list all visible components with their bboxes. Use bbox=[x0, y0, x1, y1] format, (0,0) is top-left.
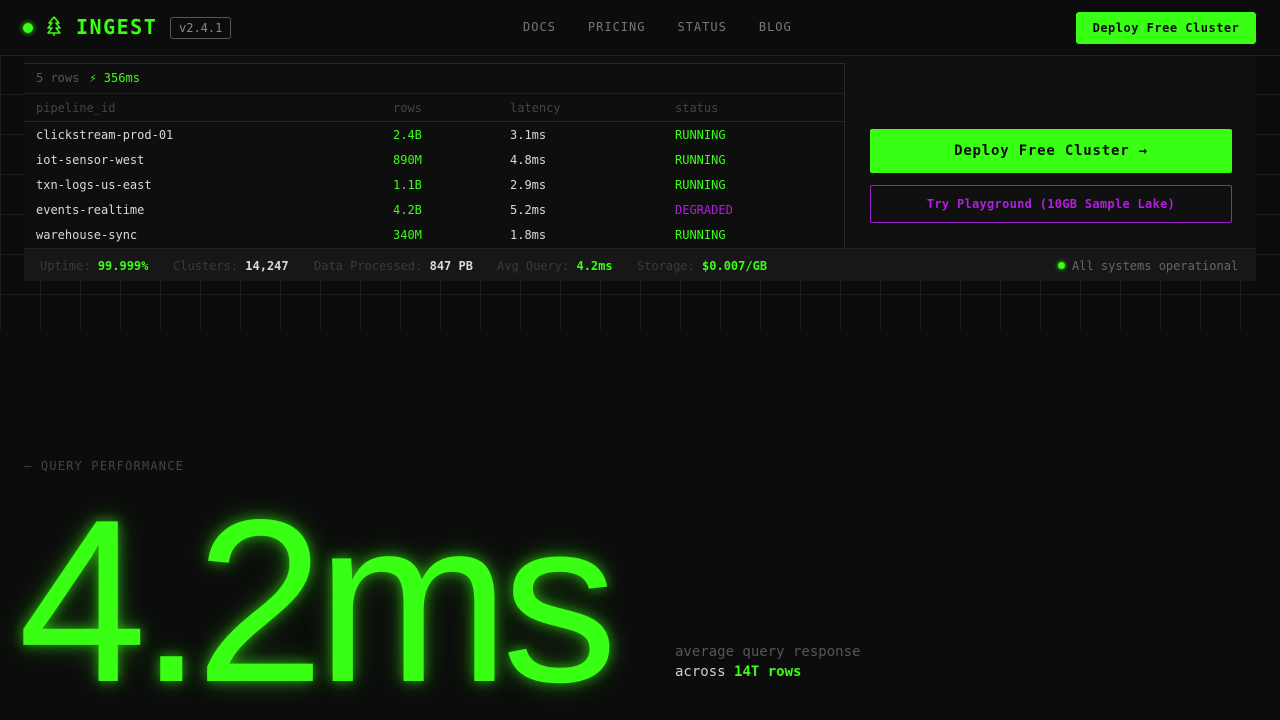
rows-highlight: 14T rows bbox=[734, 664, 802, 680]
nav-link-pricing[interactable]: PRICING bbox=[588, 19, 646, 35]
top-nav: INGEST v2.4.1 DOCS PRICING STATUS BLOG D… bbox=[0, 0, 1280, 56]
table-row[interactable]: txn-logs-us-east 1.1B 2.9ms RUNNING bbox=[24, 172, 844, 197]
stats-bar: Uptime: 99.999% Clusters: 14,247 Data Pr… bbox=[24, 248, 1256, 281]
row-total: 4.2B bbox=[393, 203, 422, 217]
status-dot-icon bbox=[23, 23, 33, 33]
stat-uptime: Uptime: 99.999% bbox=[40, 259, 149, 273]
column-header-rows: rows bbox=[393, 101, 422, 115]
table-row[interactable]: iot-sensor-west 890M 4.8ms RUNNING bbox=[24, 147, 844, 172]
system-status-text: All systems operational bbox=[1072, 259, 1239, 273]
brand-name[interactable]: INGEST bbox=[76, 14, 157, 40]
table-row[interactable]: warehouse-sync 340M 1.8ms RUNNING bbox=[24, 222, 844, 247]
deploy-cluster-button[interactable]: Deploy Free Cluster → bbox=[870, 129, 1232, 173]
tree-icon bbox=[46, 16, 64, 38]
stat-clusters: Clusters: 14,247 bbox=[173, 259, 289, 273]
hero-caption: average query response bbox=[675, 644, 861, 660]
table-row[interactable]: events-realtime 4.2B 5.2ms DEGRADED bbox=[24, 197, 844, 222]
stat-storage: Storage: $0.007/GB bbox=[637, 259, 768, 273]
table-row[interactable]: clickstream-prod-01 2.4B 3.1ms RUNNING bbox=[24, 122, 844, 147]
deploy-cluster-nav-button[interactable]: Deploy Free Cluster bbox=[1076, 12, 1256, 44]
pipeline-id: warehouse-sync bbox=[36, 228, 138, 242]
pipeline-id: events-realtime bbox=[36, 203, 145, 217]
pipeline-id: txn-logs-us-east bbox=[36, 178, 152, 192]
column-header-status: status bbox=[675, 101, 719, 115]
version-badge: v2.4.1 bbox=[170, 17, 232, 39]
latency: 1.8ms bbox=[510, 228, 547, 242]
status-dot-icon bbox=[1058, 262, 1065, 269]
pipeline-id: iot-sensor-west bbox=[36, 153, 145, 167]
results-table: 5 rows ⚡ 356ms pipeline_id rows latency s… bbox=[24, 63, 845, 247]
nav-link-docs[interactable]: DOCS bbox=[523, 19, 556, 35]
try-playground-button[interactable]: Try Playground (10GB Sample Lake) bbox=[870, 185, 1232, 223]
row-total: 890M bbox=[393, 153, 422, 167]
stat-avg-query: Avg Query: 4.2ms bbox=[497, 259, 613, 273]
status-badge: RUNNING bbox=[675, 128, 726, 142]
query-panel: 5 rows ⚡ 356ms pipeline_id rows latency s… bbox=[24, 56, 1256, 281]
status-badge: RUNNING bbox=[675, 178, 726, 192]
pipeline-id: clickstream-prod-01 bbox=[36, 128, 174, 142]
column-header-pipeline-id: pipeline_id bbox=[36, 101, 116, 115]
status-badge: DEGRADED bbox=[675, 203, 733, 217]
row-count: 5 rows bbox=[36, 71, 80, 85]
row-total: 340M bbox=[393, 228, 422, 242]
nav-link-blog[interactable]: BLOG bbox=[759, 19, 792, 35]
query-meta: 5 rows ⚡ 356ms bbox=[36, 70, 140, 86]
nav-links: DOCS PRICING STATUS BLOG bbox=[523, 19, 792, 35]
stat-data-processed: Data Processed: 847 PB bbox=[314, 259, 473, 273]
system-status: All systems operational bbox=[1058, 258, 1238, 274]
hero-caption-rows: across 14T rows bbox=[675, 664, 802, 680]
status-badge: RUNNING bbox=[675, 153, 726, 167]
cta-area: Deploy Free Cluster → Try Playground (10… bbox=[846, 56, 1256, 247]
latency: 5.2ms bbox=[510, 203, 547, 217]
nav-link-status[interactable]: STATUS bbox=[677, 19, 726, 35]
status-badge: RUNNING bbox=[675, 228, 726, 242]
latency: 2.9ms bbox=[510, 178, 547, 192]
hero-metric: 4.2ms bbox=[18, 472, 618, 720]
column-header-latency: latency bbox=[510, 101, 561, 115]
table-header: pipeline_id rows latency status bbox=[24, 93, 844, 122]
latency: 3.1ms bbox=[510, 128, 547, 142]
row-total: 2.4B bbox=[393, 128, 422, 142]
latency: 4.8ms bbox=[510, 153, 547, 167]
query-time: ⚡ 356ms bbox=[89, 71, 140, 85]
row-total: 1.1B bbox=[393, 178, 422, 192]
